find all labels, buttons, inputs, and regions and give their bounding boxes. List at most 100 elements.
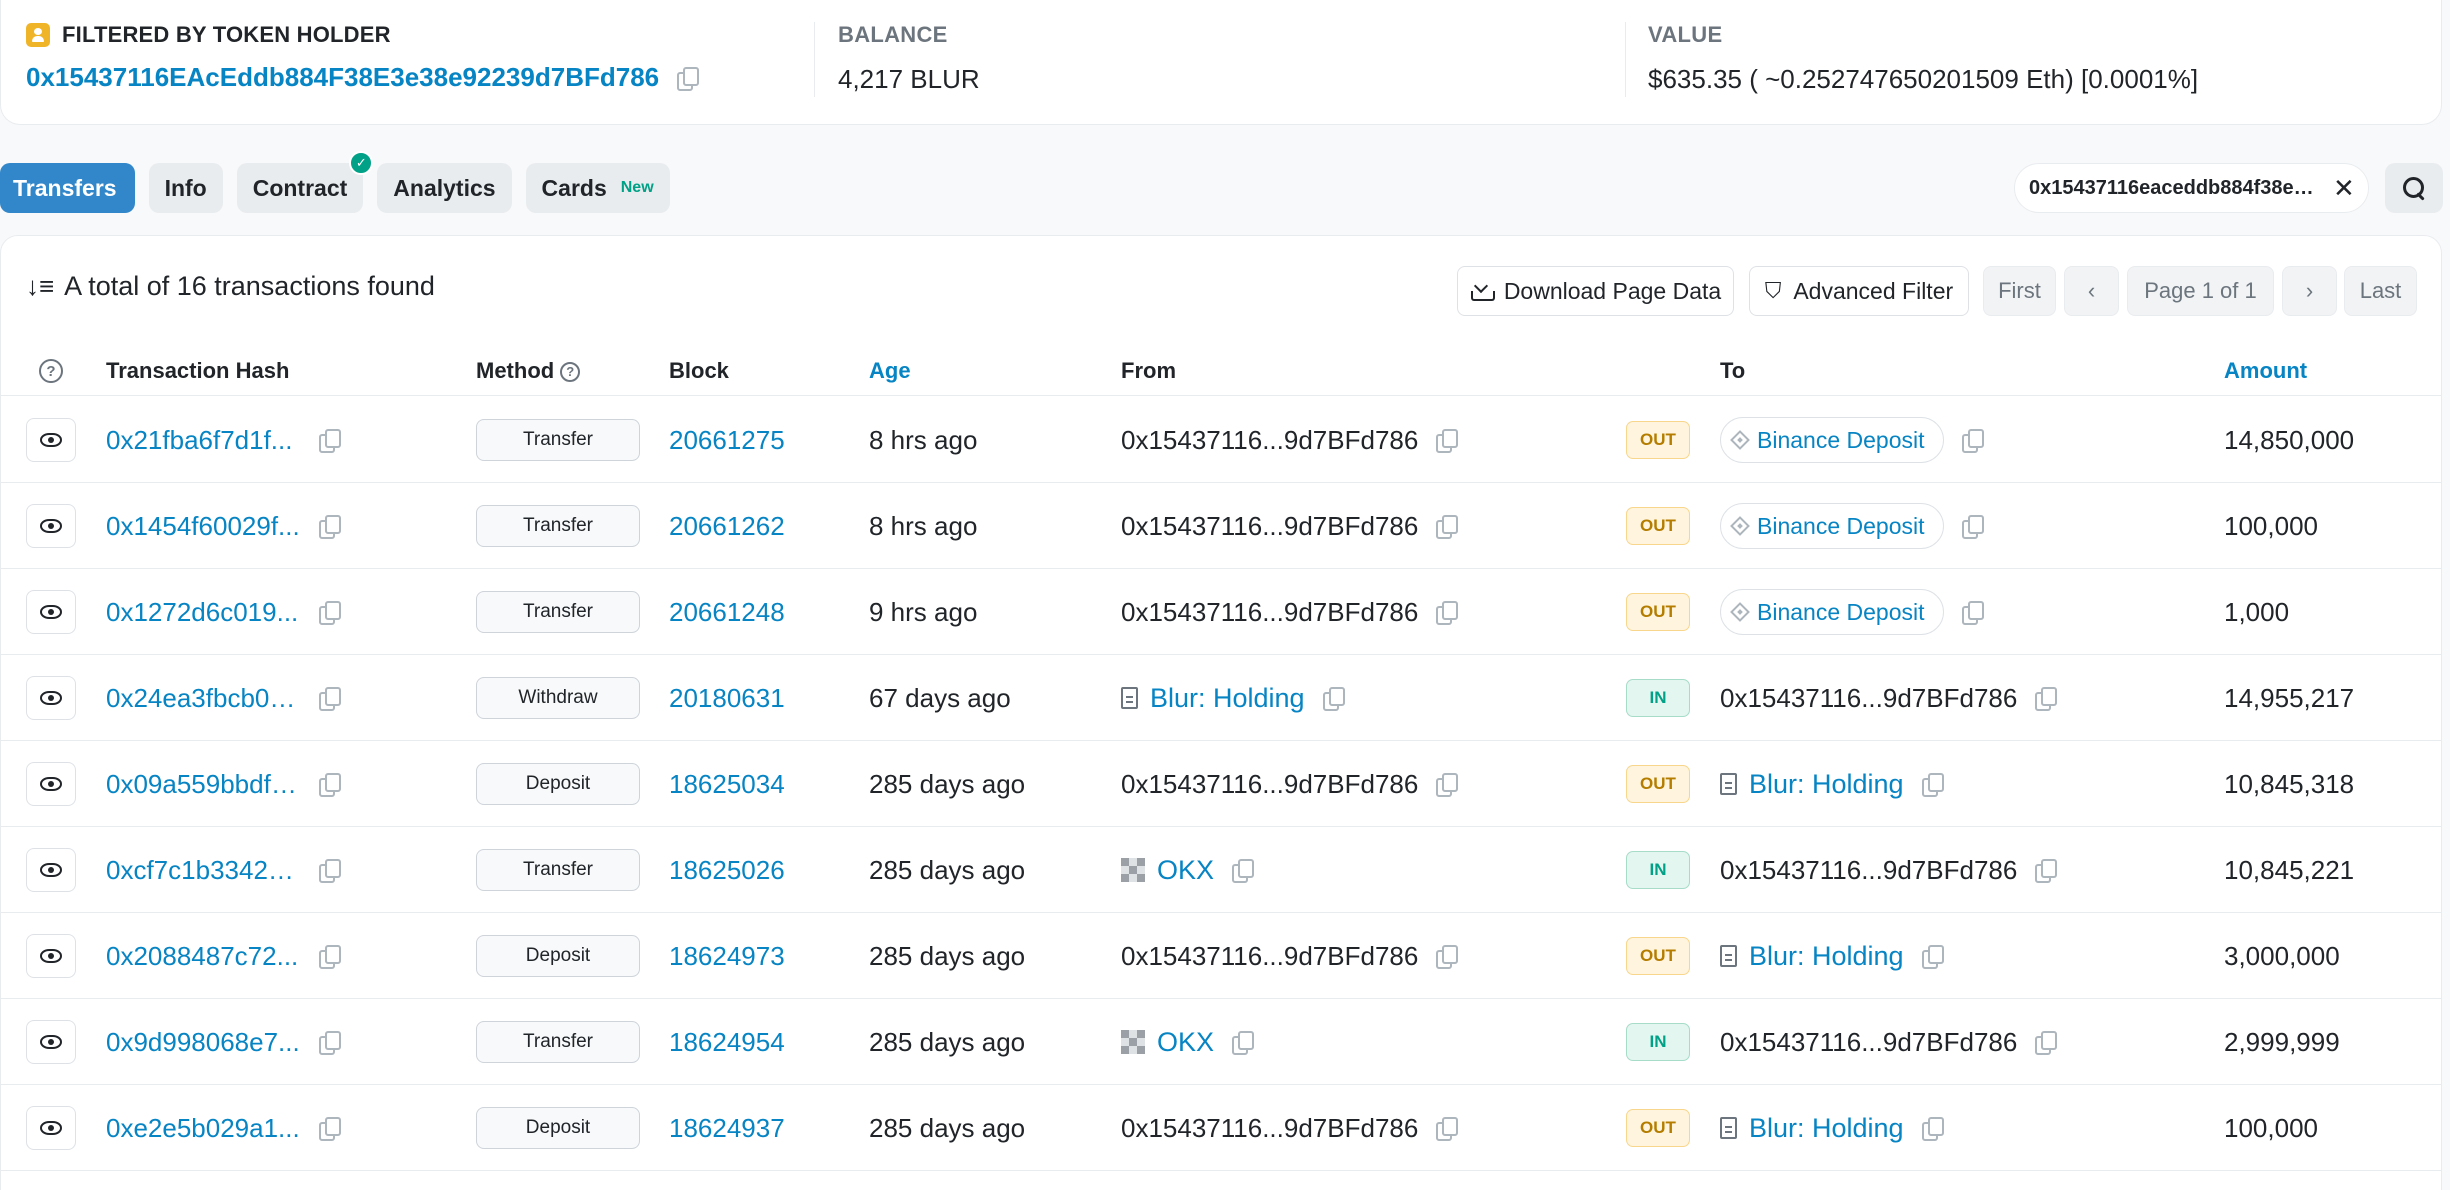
block-link[interactable]: 18624937 bbox=[669, 1085, 785, 1171]
copy-icon[interactable] bbox=[319, 687, 341, 711]
copy-icon[interactable] bbox=[1436, 945, 1459, 969]
okx-link[interactable]: OKX bbox=[1121, 855, 1214, 886]
view-details-button[interactable] bbox=[26, 1020, 76, 1064]
search-button[interactable] bbox=[2385, 163, 2443, 213]
transaction-hash-link[interactable]: 0x9d998068e7... bbox=[106, 999, 301, 1085]
view-details-button[interactable] bbox=[26, 590, 76, 634]
hash-cell: 0xcf7c1b33421... bbox=[106, 827, 301, 913]
sort-icon[interactable]: ↓≡ bbox=[26, 271, 54, 302]
help-icon[interactable]: ? bbox=[39, 359, 63, 383]
block-link[interactable]: 18624973 bbox=[669, 913, 785, 999]
copy-icon[interactable] bbox=[319, 429, 341, 453]
view-details-button[interactable] bbox=[26, 418, 76, 462]
copy-icon[interactable] bbox=[1232, 1031, 1255, 1055]
block-link[interactable]: 18624954 bbox=[669, 999, 785, 1085]
view-details-button[interactable] bbox=[26, 848, 76, 892]
holder-address-link[interactable]: 0x15437116EAcEddb884F38E3e38e92239d7BFd7… bbox=[26, 62, 659, 93]
table-row: 0x9d998068e7... Transfer 18624954 285 da… bbox=[1, 999, 2441, 1085]
eye-icon bbox=[40, 519, 62, 533]
block-link[interactable]: 20180631 bbox=[669, 655, 785, 741]
direction-badge: OUT bbox=[1626, 507, 1690, 545]
transaction-hash-link[interactable]: 0x2088487c72... bbox=[106, 913, 301, 999]
view-details-button[interactable] bbox=[26, 1106, 76, 1150]
help-icon[interactable]: ? bbox=[560, 361, 581, 382]
hash-copy-cell bbox=[319, 1085, 341, 1171]
tab-transfers[interactable]: Transfers bbox=[0, 163, 135, 213]
copy-icon[interactable] bbox=[1232, 859, 1255, 883]
copy-icon[interactable] bbox=[1436, 429, 1459, 453]
copy-icon[interactable] bbox=[1961, 429, 1984, 453]
copy-icon[interactable] bbox=[1961, 601, 1984, 625]
transaction-hash-link[interactable]: 0x21fba6f7d1f... bbox=[106, 397, 301, 483]
binance-deposit-link[interactable]: Binance Deposit bbox=[1720, 589, 1944, 635]
method-cell: Deposit bbox=[476, 1085, 640, 1171]
first-page-button[interactable]: First bbox=[1983, 266, 2056, 316]
transaction-hash-link[interactable]: 0xe2e5b029a1... bbox=[106, 1085, 301, 1171]
copy-icon[interactable] bbox=[1322, 687, 1345, 711]
contract-link[interactable]: Blur: Holding bbox=[1720, 1113, 1904, 1144]
view-details-button[interactable] bbox=[26, 762, 76, 806]
close-icon[interactable]: ✕ bbox=[2333, 175, 2355, 201]
holder-address-row: 0x15437116EAcEddb884F38E3e38e92239d7BFd7… bbox=[26, 62, 700, 93]
advanced-filter-button[interactable]: ⛉ Advanced Filter bbox=[1749, 266, 1969, 316]
block-link[interactable]: 18625026 bbox=[669, 827, 785, 913]
copy-icon[interactable] bbox=[319, 1117, 341, 1141]
divider bbox=[1625, 22, 1626, 97]
contract-link[interactable]: Blur: Holding bbox=[1720, 769, 1904, 800]
copy-icon[interactable] bbox=[1436, 601, 1459, 625]
block-link[interactable]: 20661275 bbox=[669, 397, 785, 483]
tab-analytics[interactable]: Analytics bbox=[377, 163, 512, 213]
copy-icon[interactable] bbox=[319, 601, 341, 625]
method-badge: Transfer bbox=[476, 505, 640, 547]
block-link[interactable]: 20661262 bbox=[669, 483, 785, 569]
contract-link[interactable]: Blur: Holding bbox=[1720, 941, 1904, 972]
copy-icon[interactable] bbox=[319, 515, 341, 539]
copy-icon[interactable] bbox=[2035, 687, 2058, 711]
copy-icon[interactable] bbox=[1921, 1117, 1944, 1141]
hash-copy-cell bbox=[319, 483, 341, 569]
transaction-hash-link[interactable]: 0x09a559bbdfb... bbox=[106, 741, 301, 827]
block-link[interactable]: 18625034 bbox=[669, 741, 785, 827]
header-age[interactable]: Age bbox=[869, 358, 911, 384]
copy-icon[interactable] bbox=[1436, 773, 1459, 797]
transaction-hash-link[interactable]: 0x24ea3fbcb0a... bbox=[106, 655, 301, 741]
prev-page-button[interactable]: ‹ bbox=[2064, 266, 2119, 316]
block-link[interactable]: 20661248 bbox=[669, 569, 785, 655]
copy-icon[interactable] bbox=[677, 66, 700, 91]
method-badge: Transfer bbox=[476, 1021, 640, 1063]
view-details-button[interactable] bbox=[26, 934, 76, 978]
view-details-button[interactable] bbox=[26, 676, 76, 720]
transaction-hash-link[interactable]: 0x1454f60029f... bbox=[106, 483, 301, 569]
tab-cards-label: Cards bbox=[541, 174, 607, 201]
copy-icon[interactable] bbox=[2035, 859, 2058, 883]
copy-icon[interactable] bbox=[319, 945, 341, 969]
copy-icon[interactable] bbox=[319, 859, 341, 883]
binance-deposit-link[interactable]: Binance Deposit bbox=[1720, 417, 1944, 463]
download-label: Download Page Data bbox=[1503, 277, 1722, 304]
copy-icon[interactable] bbox=[319, 1031, 341, 1055]
okx-logo-icon bbox=[1121, 1030, 1145, 1054]
contract-link[interactable]: Blur: Holding bbox=[1121, 683, 1305, 714]
last-page-button[interactable]: Last bbox=[2344, 266, 2417, 316]
copy-icon[interactable] bbox=[1921, 773, 1944, 797]
tab-contract[interactable]: Contract ✓ bbox=[236, 151, 374, 213]
to-cell: 0x15437116...9d7BFd786 bbox=[1720, 655, 2058, 741]
copy-icon[interactable] bbox=[1436, 1117, 1459, 1141]
copy-icon[interactable] bbox=[2035, 1031, 2058, 1055]
copy-icon[interactable] bbox=[319, 773, 341, 797]
tab-info[interactable]: Info bbox=[148, 163, 223, 213]
download-page-data-button[interactable]: Download Page Data bbox=[1457, 266, 1734, 316]
next-page-button[interactable]: › bbox=[2282, 266, 2337, 316]
copy-icon[interactable] bbox=[1436, 515, 1459, 539]
transaction-hash-link[interactable]: 0x1272d6c019... bbox=[106, 569, 301, 655]
transaction-hash-link[interactable]: 0xcf7c1b33421... bbox=[106, 827, 301, 913]
page-indicator: Page 1 of 1 bbox=[2127, 266, 2274, 316]
copy-icon[interactable] bbox=[1921, 945, 1944, 969]
view-details-button[interactable] bbox=[26, 504, 76, 548]
okx-link[interactable]: OKX bbox=[1121, 1027, 1214, 1058]
binance-deposit-link[interactable]: Binance Deposit bbox=[1720, 503, 1944, 549]
tab-cards[interactable]: Cards New bbox=[525, 163, 670, 213]
to-cell: Binance Deposit bbox=[1720, 483, 1984, 569]
copy-icon[interactable] bbox=[1961, 515, 1984, 539]
header-amount[interactable]: Amount bbox=[2224, 358, 2307, 384]
